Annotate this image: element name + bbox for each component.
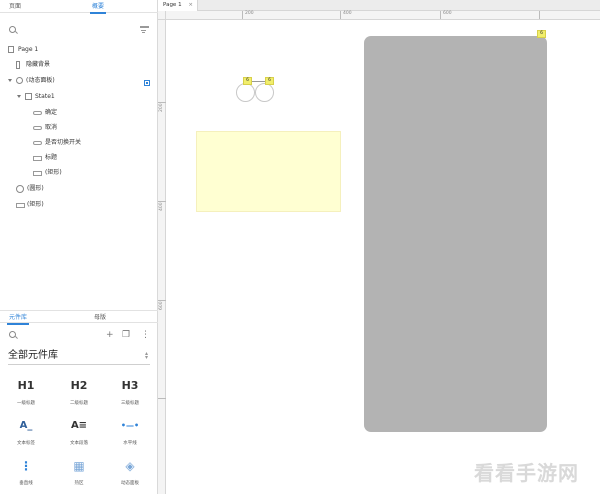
page-icon — [8, 46, 14, 53]
library-search-row — [0, 328, 158, 342]
canvas-circle-shape[interactable] — [255, 83, 274, 102]
expand-caret-icon[interactable] — [17, 95, 21, 98]
library-select-value: 全部元件库 — [8, 350, 58, 361]
ruler-tick-label: 400 — [340, 11, 352, 19]
widget-label: 一级标题 — [17, 401, 35, 406]
ruler-tick — [158, 398, 166, 399]
widget-h3[interactable]: H3 三级标题 — [110, 376, 150, 412]
text-label-icon: A_ — [19, 420, 33, 431]
canvas-circle-shape[interactable] — [236, 83, 255, 102]
widget-label: 动态面板 — [121, 481, 139, 486]
watermark-text: 看看手游网 — [474, 461, 579, 485]
library-more-button[interactable]: ⋮ — [141, 330, 150, 340]
document-tab-page1[interactable]: Page 1 × — [158, 0, 198, 11]
widget-label: 二级标题 — [70, 401, 88, 406]
horizontal-line-icon: •—• — [120, 421, 140, 430]
vertical-line-icon: ⋮ — [20, 459, 32, 473]
hotspot-icon: ▦ — [73, 459, 85, 473]
widget-hotspot[interactable]: ▦ 热区 — [59, 456, 99, 492]
widget-h2[interactable]: H2 二级标题 — [59, 376, 99, 412]
canvas-rectangle-shape[interactable] — [196, 131, 341, 212]
tree-item-label: Page 1 — [18, 46, 39, 53]
close-tab-icon[interactable]: × — [188, 0, 193, 11]
heading3-icon: H3 — [121, 379, 139, 392]
search-icon[interactable] — [9, 26, 16, 33]
document-tab-label: Page 1 — [163, 2, 182, 8]
widget-label: 热区 — [74, 481, 84, 486]
horizontal-ruler[interactable]: 200 400 600 — [166, 11, 600, 20]
widget-label: 文本段落 — [70, 441, 88, 446]
tree-item-label: 标题 — [45, 154, 58, 161]
rectangle-icon — [16, 203, 25, 208]
tab-masters[interactable]: 母版 — [94, 312, 106, 321]
heading1-icon: H1 — [17, 379, 35, 392]
tree-item-label: (矩形) — [27, 201, 44, 208]
dynamic-panel-icon: ◈ — [125, 459, 135, 473]
state-icon — [25, 93, 32, 100]
heading2-icon: H2 — [70, 379, 88, 392]
visibility-toggle-icon[interactable] — [144, 80, 150, 86]
rectangle-icon — [33, 156, 42, 161]
filter-icon[interactable] — [140, 26, 149, 34]
ruler-tick-label: 600 — [440, 11, 452, 19]
interaction-marker[interactable]: 6 — [265, 77, 274, 85]
tree-item-label: 是否切换开关 — [45, 139, 82, 146]
rectangle-icon — [16, 61, 20, 69]
tree-item-label: (圆形) — [27, 185, 44, 192]
widget-h1[interactable]: H1 一级标题 — [6, 376, 46, 412]
tree-item-label: 取消 — [45, 124, 58, 131]
select-arrows-icon: ▴ ▾ — [144, 350, 148, 361]
tree-item-label: (矩形) — [45, 169, 62, 176]
library-select[interactable]: 全部元件库 ▴ ▾ — [8, 347, 150, 365]
widget-dynamic-panel[interactable]: ◈ 动态面板 — [110, 456, 150, 492]
rectangle-icon — [33, 171, 42, 176]
expand-caret-icon[interactable] — [8, 79, 12, 82]
search-icon[interactable] — [9, 331, 16, 338]
tree-item-label: State1 — [35, 93, 55, 100]
text-paragraph-icon: A≡ — [70, 420, 88, 431]
document-tab-bar: Page 1 × — [158, 0, 600, 11]
outline-search-row — [0, 23, 158, 37]
tree-item-label: 隐藏背景 — [26, 61, 51, 68]
ruler-corner — [158, 11, 166, 20]
tree-item-label: 确定 — [45, 109, 58, 116]
button-icon — [33, 141, 42, 145]
widget-horizontal-line[interactable]: •—• 水平线 — [110, 416, 150, 452]
ruler-tick-label: 400 — [159, 202, 164, 211]
left-panel: 页面 概要 Page 1 隐藏背景 (动态面板) State1 确定 取消 是否… — [0, 0, 158, 494]
button-icon — [33, 111, 42, 115]
outline-tabs: 页面 概要 — [0, 0, 158, 14]
widget-vertical-line[interactable]: ⋮ 垂直线 — [6, 456, 46, 492]
tab-outline[interactable]: 概要 — [89, 1, 107, 14]
tab-pages[interactable]: 页面 — [9, 1, 21, 10]
ruler-tick-label: 200 — [242, 11, 254, 19]
ruler-tick-label: 600 — [159, 301, 164, 310]
widget-label: 三级标题 — [121, 401, 139, 406]
library-tabs: 元件库 母版 — [0, 310, 158, 325]
widget-text-label[interactable]: A_ 文本标签 — [6, 416, 46, 452]
ruler-tick-label — [539, 11, 542, 19]
widget-label: 垂直线 — [19, 481, 33, 486]
add-library-button[interactable]: + — [106, 330, 114, 340]
tree-item-label: (动态面板) — [26, 77, 55, 84]
widget-label: 水平线 — [123, 441, 137, 446]
ruler-tick-label: 200 — [159, 103, 164, 112]
dynamic-panel-icon — [16, 77, 23, 84]
canvas-dynamic-panel[interactable] — [364, 36, 547, 432]
widget-text-paragraph[interactable]: A≡ 文本段落 — [59, 416, 99, 452]
tab-library[interactable]: 元件库 — [6, 312, 30, 325]
copy-library-button[interactable]: ❐ — [122, 330, 130, 340]
button-icon — [33, 126, 42, 130]
circle-icon — [16, 185, 24, 193]
vertical-ruler[interactable]: 200 400 600 — [158, 20, 166, 494]
interaction-marker[interactable]: 6 — [537, 30, 546, 38]
widget-label: 文本标签 — [17, 441, 35, 446]
interaction-marker[interactable]: 6 — [243, 77, 252, 85]
